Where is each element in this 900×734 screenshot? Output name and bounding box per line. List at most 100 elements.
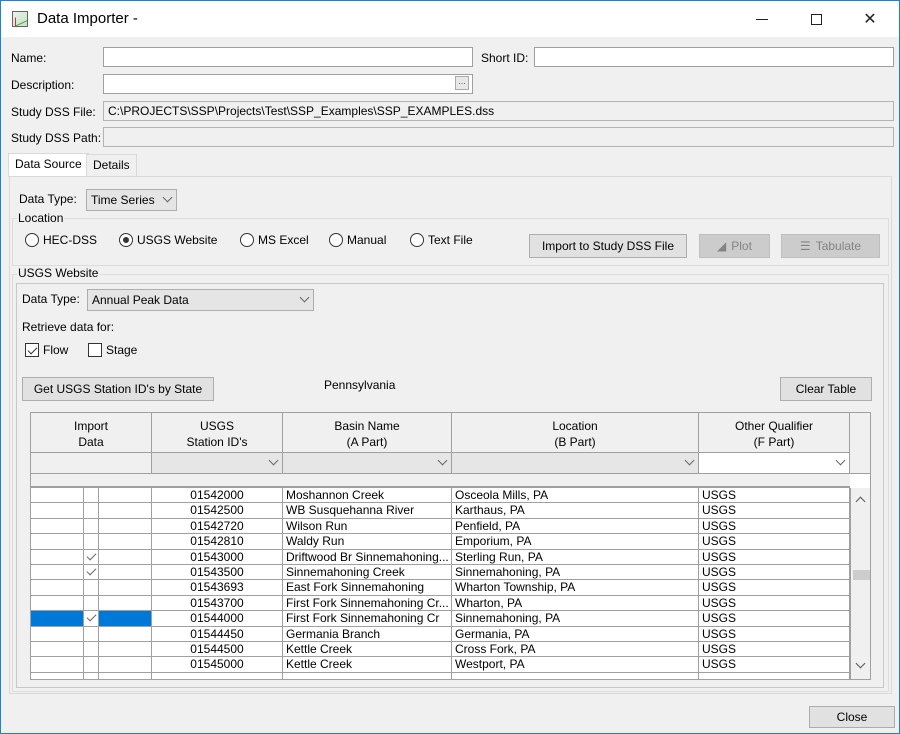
- qualifier-cell[interactable]: USGS: [699, 641, 850, 657]
- station-id-cell[interactable]: 01544500: [152, 641, 283, 657]
- location-cell[interactable]: Sterling Run, PA: [452, 549, 699, 564]
- radio-text-file[interactable]: Text File: [410, 233, 473, 247]
- basin-name-cell[interactable]: Kettle Creek: [283, 657, 452, 672]
- row-checkbox[interactable]: [83, 488, 99, 503]
- minimize-button[interactable]: [739, 1, 785, 37]
- import-cell[interactable]: [31, 564, 152, 580]
- stage-checkbox[interactable]: Stage: [88, 343, 137, 357]
- basin-name-cell[interactable]: Germania Branch: [283, 626, 452, 641]
- location-cell[interactable]: Osceola Mills, PA: [452, 488, 699, 503]
- import-cell[interactable]: [31, 641, 152, 657]
- qualifier-cell[interactable]: USGS: [699, 488, 850, 503]
- location-cell[interactable]: [452, 672, 699, 679]
- location-cell[interactable]: Karthaus, PA: [452, 503, 699, 518]
- row-checkbox[interactable]: [83, 672, 99, 679]
- qualifier-cell[interactable]: USGS: [699, 564, 850, 580]
- data-type-select[interactable]: Time Series: [86, 189, 177, 211]
- basin-name-cell[interactable]: Sinnemahoning Creek: [283, 564, 452, 580]
- tab-data-source[interactable]: Data Source: [8, 153, 89, 177]
- basin-name-cell[interactable]: Wilson Run: [283, 518, 452, 534]
- filter-station-id[interactable]: [152, 453, 283, 474]
- import-cell[interactable]: [31, 672, 152, 679]
- table-row[interactable]: 01544500 Kettle Creek Cross Fork, PA USGS: [31, 641, 850, 658]
- radio-hec-dss[interactable]: HEC-DSS: [25, 233, 97, 247]
- table-row[interactable]: 01544000 First Fork Sinnemahoning Cr Sinne…: [31, 611, 850, 627]
- basin-name-cell[interactable]: East Fork Sinnemahoning: [283, 580, 452, 595]
- description-input[interactable]: [103, 74, 473, 94]
- radio-usgs-website[interactable]: USGS Website: [119, 233, 217, 247]
- station-id-cell[interactable]: 01543700: [152, 595, 283, 611]
- import-cell[interactable]: [31, 518, 152, 534]
- qualifier-cell[interactable]: USGS: [699, 503, 850, 518]
- row-checkbox[interactable]: [83, 580, 99, 595]
- get-station-ids-button[interactable]: Get USGS Station ID's by State: [22, 377, 214, 401]
- import-to-dss-button[interactable]: Import to Study DSS File: [529, 234, 687, 258]
- table-row[interactable]: 01542720 Wilson Run Penfield, PA USGS: [31, 518, 850, 535]
- station-id-cell[interactable]: 01543693: [152, 580, 283, 595]
- qualifier-cell[interactable]: USGS: [699, 595, 850, 611]
- qualifier-cell[interactable]: USGS: [699, 549, 850, 564]
- station-id-cell[interactable]: 01544450: [152, 626, 283, 641]
- station-id-cell[interactable]: 01542500: [152, 503, 283, 518]
- table-row[interactable]: 01542000 Moshannon Creek Osceola Mills, PA…: [31, 488, 850, 504]
- import-cell[interactable]: [31, 488, 152, 503]
- table-row[interactable]: 01544450 Germania Branch Germania, PA USGS: [31, 626, 850, 642]
- location-cell[interactable]: Emporium, PA: [452, 534, 699, 549]
- station-id-cell[interactable]: 01542720: [152, 518, 283, 534]
- plot-button[interactable]: ◢ Plot: [699, 234, 770, 258]
- header-station-id[interactable]: USGS Station ID's: [152, 413, 283, 453]
- table-row[interactable]: 01542810 Waldy Run Emporium, PA USGS: [31, 534, 850, 550]
- qualifier-cell[interactable]: USGS: [699, 611, 850, 626]
- usgs-data-type-select[interactable]: Annual Peak Data: [87, 289, 314, 311]
- table-vertical-scrollbar[interactable]: [850, 488, 870, 679]
- basin-name-cell[interactable]: First Fork Sinnemahoning Cr: [283, 611, 452, 626]
- qualifier-cell[interactable]: USGS: [699, 626, 850, 641]
- location-cell[interactable]: Germania, PA: [452, 626, 699, 641]
- station-id-cell[interactable]: 01543000: [152, 549, 283, 564]
- short-id-input[interactable]: [534, 47, 894, 67]
- table-row[interactable]: 01543500 Sinnemahoning Creek Sinnemahoning…: [31, 564, 850, 581]
- qualifier-cell[interactable]: USGS: [699, 580, 850, 595]
- radio-manual[interactable]: Manual: [329, 233, 386, 247]
- row-checkbox-checked[interactable]: [83, 611, 99, 626]
- description-browse-button[interactable]: ...: [455, 76, 469, 90]
- station-id-cell[interactable]: 01543500: [152, 564, 283, 580]
- filter-location[interactable]: [452, 453, 699, 474]
- basin-name-cell[interactable]: Moshannon Creek: [283, 488, 452, 503]
- row-checkbox-checked[interactable]: [83, 549, 99, 564]
- header-other-qualifier[interactable]: Other Qualifier (F Part): [699, 413, 850, 453]
- close-window-button[interactable]: ✕: [847, 1, 893, 37]
- location-cell[interactable]: Wharton Township, PA: [452, 580, 699, 595]
- header-import-data[interactable]: Import Data: [31, 413, 152, 453]
- location-cell[interactable]: Sinnemahoning, PA: [452, 611, 699, 626]
- basin-name-cell[interactable]: Driftwood Br Sinnemahoning...: [283, 549, 452, 564]
- basin-name-cell[interactable]: [283, 672, 452, 679]
- table-row[interactable]: 01542500 WB Susquehanna River Karthaus, PA…: [31, 503, 850, 519]
- qualifier-cell[interactable]: USGS: [699, 518, 850, 534]
- table-row[interactable]: [31, 672, 850, 679]
- tab-details[interactable]: Details: [86, 154, 137, 176]
- maximize-button[interactable]: [793, 1, 839, 37]
- location-cell[interactable]: Penfield, PA: [452, 518, 699, 534]
- location-cell[interactable]: Wharton, PA: [452, 595, 699, 611]
- location-cell[interactable]: Westport, PA: [452, 657, 699, 672]
- table-row[interactable]: 01543000 Driftwood Br Sinnemahoning... Ste…: [31, 549, 850, 565]
- import-cell[interactable]: [31, 626, 152, 641]
- row-checkbox[interactable]: [83, 503, 99, 518]
- table-row[interactable]: 01543693 East Fork Sinnemahoning Wharton T…: [31, 580, 850, 596]
- basin-name-cell[interactable]: Kettle Creek: [283, 641, 452, 657]
- flow-checkbox[interactable]: Flow: [25, 343, 68, 357]
- clear-table-button[interactable]: Clear Table: [780, 377, 872, 401]
- row-checkbox[interactable]: [83, 534, 99, 549]
- station-id-cell[interactable]: [152, 672, 283, 679]
- scroll-thumb[interactable]: [853, 570, 870, 580]
- row-checkbox[interactable]: [83, 518, 99, 534]
- import-cell[interactable]: [31, 580, 152, 595]
- qualifier-cell[interactable]: [699, 672, 850, 679]
- close-button[interactable]: Close: [809, 706, 895, 728]
- import-cell[interactable]: [31, 595, 152, 611]
- basin-name-cell[interactable]: First Fork Sinnemahoning Cr...: [283, 595, 452, 611]
- basin-name-cell[interactable]: WB Susquehanna River: [283, 503, 452, 518]
- row-checkbox[interactable]: [83, 626, 99, 641]
- row-checkbox[interactable]: [83, 595, 99, 611]
